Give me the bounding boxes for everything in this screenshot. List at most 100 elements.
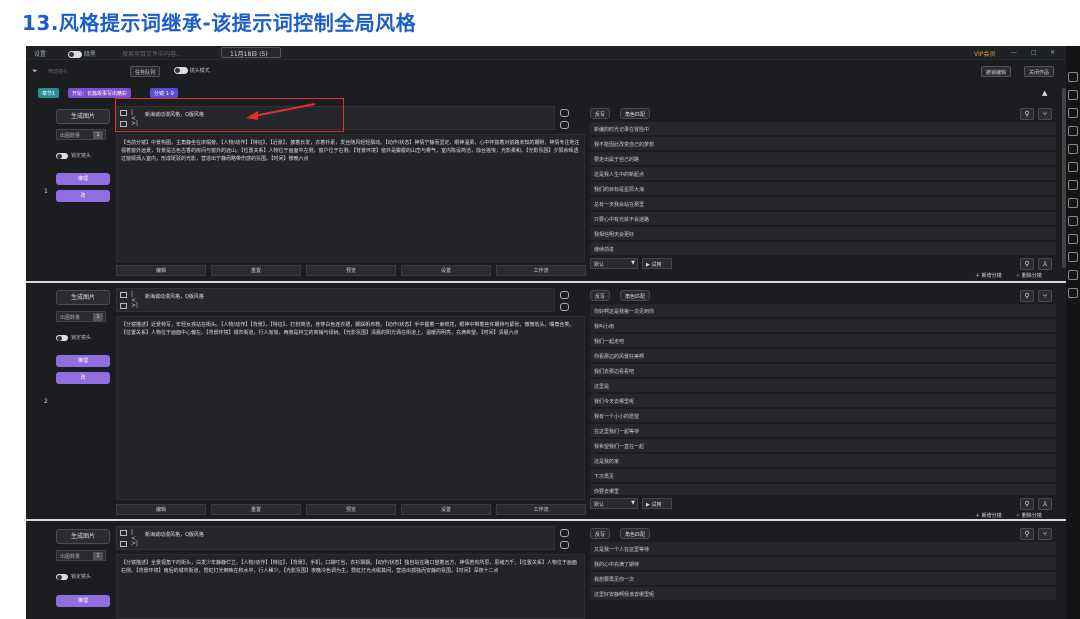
- branch-icon[interactable]: ⑂: [1038, 528, 1052, 540]
- voice-select[interactable]: 默认: [590, 498, 638, 509]
- tasklist-button[interactable]: 任务队列: [130, 66, 161, 77]
- close-project-button[interactable]: 关闭作品: [1024, 66, 1055, 77]
- side-tool-icon[interactable]: [1068, 252, 1078, 262]
- role-match-button[interactable]: 角色匹配: [620, 528, 651, 539]
- chat-icon[interactable]: [560, 529, 569, 537]
- play-icon[interactable]: [120, 541, 127, 547]
- count-field[interactable]: 出图数量 1: [56, 550, 106, 561]
- infer-button[interactable]: 推理: [56, 355, 110, 367]
- side-tool-icon[interactable]: [1068, 270, 1078, 280]
- shot-line[interactable]: 我们的目标是星辰大海: [590, 182, 1056, 196]
- side-tool-icon[interactable]: [1068, 72, 1078, 82]
- shot-line[interactable]: 在这里我们一起等待: [590, 424, 1056, 438]
- chat-icon[interactable]: [560, 109, 569, 117]
- side-tool-icon[interactable]: [1068, 90, 1078, 100]
- eye-icon[interactable]: [560, 303, 569, 311]
- shot-description[interactable]: 【分镜描述】全景视角下的街头，白发少年静静伫立。【人物/动作】【特征】，【背景】…: [116, 554, 585, 619]
- merge-icon[interactable]: ⅄: [1038, 498, 1052, 510]
- person-icon[interactable]: ⚲: [1020, 290, 1034, 302]
- shot-line[interactable]: 你好啊这是我第一次见到你: [590, 304, 1056, 318]
- generate-button[interactable]: 生成图片: [56, 109, 110, 124]
- preview-action[interactable]: 预览: [306, 265, 396, 276]
- shot-line[interactable]: 我希望我们一直在一起: [590, 439, 1056, 453]
- shot-line[interactable]: 这里是: [590, 379, 1056, 393]
- dark-toggle[interactable]: 暗黑: [68, 49, 96, 58]
- edit-button[interactable]: 改: [56, 190, 110, 202]
- shot-line[interactable]: 只要心中有光就不会迷路: [590, 212, 1056, 226]
- role-match-button[interactable]: 角色匹配: [620, 108, 651, 119]
- shot-line[interactable]: 你要去哪里: [590, 484, 1056, 496]
- collapse-icon[interactable]: ▲: [1042, 89, 1047, 97]
- restore-button[interactable]: 撤销编辑: [981, 66, 1012, 77]
- voice-select[interactable]: 默认: [590, 258, 638, 269]
- generate-button[interactable]: 生成图片: [56, 290, 110, 305]
- side-tool-icon[interactable]: [1068, 198, 1078, 208]
- side-tool-icon[interactable]: [1068, 288, 1078, 298]
- maximize-icon[interactable]: □: [1031, 49, 1037, 56]
- tag-start[interactable]: 开始：长篇故事写出精彩: [68, 88, 132, 98]
- role-match-button[interactable]: 角色匹配: [620, 290, 651, 301]
- shot-line[interactable]: 继续前进: [590, 242, 1056, 256]
- merge-icon[interactable]: ⅄: [1038, 258, 1052, 270]
- style-prompt[interactable]: 新海诚动漫风格，Q版风格: [145, 293, 204, 300]
- side-tool-icon[interactable]: [1068, 126, 1078, 136]
- minimize-icon[interactable]: —: [1011, 49, 1017, 56]
- count-field[interactable]: 出图数量 1: [56, 311, 106, 322]
- shot-description[interactable]: 【分镜描述】近景特写，年轻女孩站在街头。【人物/动作】【背景】，【特征】，打扮简…: [116, 316, 585, 500]
- shot-line[interactable]: 我不能因此改变自己的梦想: [590, 137, 1056, 151]
- prev-icon[interactable]: |<: [131, 292, 138, 304]
- lock-toggle[interactable]: 锁定镜头: [56, 334, 91, 341]
- shot-line[interactable]: 下次再见: [590, 469, 1056, 483]
- reverse-button[interactable]: 反写: [590, 290, 611, 301]
- shot-line[interactable]: 我们去那边看看吧: [590, 364, 1056, 378]
- eye-icon[interactable]: [560, 541, 569, 549]
- shot-description[interactable]: 【当前分镜】中景构图，主角静坐在床榻旁。【人物/动作】【特征】，【近景】，披着长…: [116, 134, 585, 262]
- shot-line[interactable]: 又是我一个人在这里等待: [590, 542, 1056, 556]
- shot-line[interactable]: 这是我的家: [590, 454, 1056, 468]
- style-prompt[interactable]: 新海诚动漫风格，Q版风格: [145, 531, 204, 538]
- side-tool-icon[interactable]: [1068, 144, 1078, 154]
- reset-action[interactable]: 重置: [211, 504, 301, 515]
- date-tab[interactable]: 11月18日 (5): [221, 47, 281, 58]
- branch-icon[interactable]: ⑂: [1038, 108, 1052, 120]
- shot-line[interactable]: 总有一天我会站在那里: [590, 197, 1056, 211]
- side-tool-icon[interactable]: [1068, 180, 1078, 190]
- shot-line[interactable]: 这是我人生中的新起点: [590, 167, 1056, 181]
- lock-toggle[interactable]: 锁定镜头: [56, 573, 91, 580]
- lock-toggle[interactable]: 锁定镜头: [56, 152, 91, 159]
- try-button[interactable]: ▶ 试用: [642, 498, 672, 509]
- side-tool-icon[interactable]: [1068, 162, 1078, 172]
- prev-icon[interactable]: |<: [131, 530, 138, 542]
- shot-line[interactable]: 我想要再见你一次: [590, 572, 1056, 586]
- image-icon[interactable]: [120, 292, 127, 298]
- shot-line[interactable]: 我们今天去哪里呢: [590, 394, 1056, 408]
- shot-line[interactable]: 新编的时光记录在冒险中: [590, 122, 1056, 136]
- infer-button[interactable]: 推理: [56, 595, 110, 607]
- chat-icon[interactable]: [560, 291, 569, 299]
- shot-line[interactable]: 我们一起走吧: [590, 334, 1056, 348]
- reset-action[interactable]: 重置: [211, 265, 301, 276]
- side-tool-icon[interactable]: [1068, 108, 1078, 118]
- side-tool-icon[interactable]: [1068, 234, 1078, 244]
- eye-icon[interactable]: [560, 121, 569, 129]
- shot-line[interactable]: 我相信明天会更好: [590, 227, 1056, 241]
- branch-icon[interactable]: ⑂: [1038, 290, 1052, 302]
- count-field[interactable]: 出图数量 1: [56, 129, 106, 140]
- tag-chapter[interactable]: 章节1: [38, 88, 60, 98]
- person-icon[interactable]: ⚲: [1020, 108, 1034, 120]
- side-tool-icon[interactable]: [1068, 216, 1078, 226]
- edit-action[interactable]: 编辑: [116, 265, 206, 276]
- next-icon[interactable]: >|: [131, 303, 138, 309]
- next-icon[interactable]: >|: [131, 541, 138, 547]
- shot-line[interactable]: 你看那边的风景好美啊: [590, 349, 1056, 363]
- app-name[interactable]: 设置: [34, 49, 46, 58]
- person-icon[interactable]: ⚲: [1020, 528, 1034, 540]
- person-icon[interactable]: ⚲: [1020, 258, 1034, 270]
- reverse-button[interactable]: 反写: [590, 108, 611, 119]
- filter-icon[interactable]: ⏷: [32, 67, 38, 76]
- workflow-action[interactable]: 工作流: [496, 504, 586, 515]
- shot-line[interactable]: 要走出属于自己的路: [590, 152, 1056, 166]
- shot-line[interactable]: 这里好安静啊我该去哪里呢: [590, 587, 1056, 601]
- filter-input[interactable]: 筛选镜头: [48, 68, 68, 75]
- play-icon[interactable]: [120, 303, 127, 309]
